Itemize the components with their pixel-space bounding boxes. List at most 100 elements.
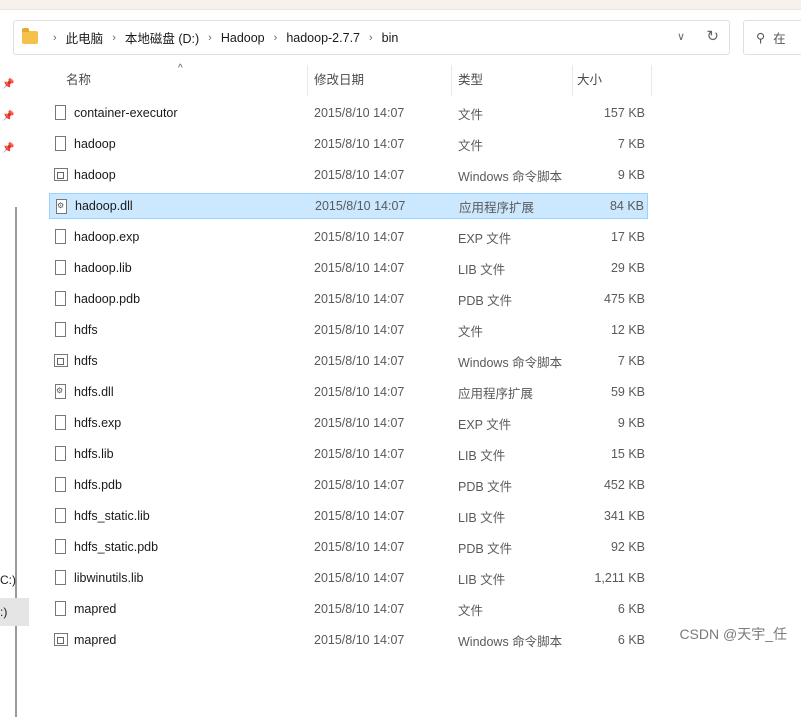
file-row[interactable]: hadoop.pdb 2015/8/10 14:07 PDB 文件 475 KB [49, 286, 648, 312]
file-size: 17 KB [610, 230, 645, 244]
file-type: 文件 [458, 324, 484, 339]
script-icon [54, 168, 68, 181]
column-name[interactable]: 名称 [60, 65, 91, 96]
column-type[interactable]: 类型 [452, 65, 483, 96]
file-row[interactable]: hdfs.lib 2015/8/10 14:07 LIB 文件 15 KB [49, 441, 648, 467]
file-icon [55, 570, 66, 585]
chevron-down-icon[interactable]: ∨ [677, 30, 685, 43]
file-name: hadoop [74, 137, 116, 151]
file-row[interactable]: hadoop.exp 2015/8/10 14:07 EXP 文件 17 KB [49, 224, 648, 250]
file-size: 7 KB [617, 354, 645, 368]
file-date: 2015/8/10 14:07 [314, 106, 405, 120]
nav-item-drive-d[interactable]: :) [0, 605, 7, 619]
file-icon [55, 105, 66, 120]
file-icon [55, 229, 66, 244]
file-icon [55, 508, 66, 523]
file-type: LIB 文件 [458, 262, 506, 277]
file-icon [55, 136, 66, 151]
file-name: hdfs_static.pdb [74, 540, 159, 554]
dll-icon [56, 199, 67, 214]
chevron-right-icon[interactable]: › [112, 32, 116, 44]
breadcrumb-item[interactable]: hadoop-2.7.7 [286, 31, 360, 45]
file-row[interactable]: hadoop 2015/8/10 14:07 文件 7 KB [49, 131, 648, 157]
file-row[interactable]: hdfs_static.lib 2015/8/10 14:07 LIB 文件 3… [49, 503, 648, 529]
chevron-right-icon[interactable]: › [208, 32, 212, 44]
pin-icon[interactable]: 📌 [2, 79, 14, 90]
file-name: hdfs.lib [74, 447, 114, 461]
file-date: 2015/8/10 14:07 [314, 323, 405, 337]
breadcrumb-item[interactable]: 此电脑 [66, 28, 104, 47]
nav-item-drive-c[interactable]: C:) [0, 573, 16, 587]
file-name: hdfs [74, 323, 98, 337]
column-header: ^ 名称 修改日期 类型 大小 [32, 63, 652, 96]
file-type: EXP 文件 [458, 231, 512, 246]
breadcrumb-item[interactable]: Hadoop [221, 31, 265, 45]
file-size: 12 KB [610, 323, 645, 337]
file-size: 7 KB [617, 137, 645, 151]
file-name: hdfs.exp [74, 416, 122, 430]
file-name: libwinutils.lib [74, 571, 144, 585]
file-row[interactable]: libwinutils.lib 2015/8/10 14:07 LIB 文件 1… [49, 565, 648, 591]
folder-icon [22, 28, 38, 44]
file-row[interactable]: hdfs 2015/8/10 14:07 文件 12 KB [49, 317, 648, 343]
file-row[interactable]: mapred 2015/8/10 14:07 Windows 命令脚本 6 KB [49, 627, 648, 653]
pin-icon[interactable]: 📌 [2, 143, 14, 154]
file-size: 29 KB [610, 261, 645, 275]
pin-icon[interactable]: 📌 [2, 111, 14, 122]
file-size: 475 KB [603, 292, 645, 306]
file-type: Windows 命令脚本 [458, 634, 563, 649]
file-type: LIB 文件 [458, 510, 506, 525]
file-row[interactable]: hdfs 2015/8/10 14:07 Windows 命令脚本 7 KB [49, 348, 648, 374]
file-row[interactable]: hdfs.dll 2015/8/10 14:07 应用程序扩展 59 KB [49, 379, 648, 405]
file-date: 2015/8/10 14:07 [314, 137, 405, 151]
file-icon [55, 322, 66, 337]
watermark: CSDN @天宇_任 [679, 626, 787, 642]
file-name: container-executor [74, 106, 178, 120]
file-date: 2015/8/10 14:07 [314, 354, 405, 368]
file-icon [55, 260, 66, 275]
file-name: mapred [74, 633, 117, 647]
file-row[interactable]: hdfs.pdb 2015/8/10 14:07 PDB 文件 452 KB [49, 472, 648, 498]
address-bar[interactable]: › 此电脑 › 本地磁盘 (D:) › Hadoop › hadoop-2.7.7 › bin ∨… [13, 20, 730, 55]
file-type: Windows 命令脚本 [458, 169, 563, 184]
file-size: 84 KB [609, 199, 644, 213]
file-type: EXP 文件 [458, 417, 512, 432]
file-date: 2015/8/10 14:07 [314, 602, 405, 616]
column-size[interactable]: 大小 [571, 65, 602, 96]
breadcrumb-item[interactable]: 本地磁盘 (D:) [125, 28, 199, 47]
file-row[interactable]: mapred 2015/8/10 14:07 文件 6 KB [49, 596, 648, 622]
file-row[interactable]: hdfs_static.pdb 2015/8/10 14:07 PDB 文件 9… [49, 534, 648, 560]
file-row[interactable]: hadoop.lib 2015/8/10 14:07 LIB 文件 29 KB [49, 255, 648, 281]
file-row[interactable]: hdfs.exp 2015/8/10 14:07 EXP 文件 9 KB [49, 410, 648, 436]
file-size: 452 KB [603, 478, 645, 492]
chevron-right-icon[interactable]: › [369, 32, 373, 44]
file-row[interactable]: hadoop.dll 2015/8/10 14:07 应用程序扩展 84 KB [49, 193, 648, 219]
file-name: hdfs [74, 354, 98, 368]
nav-scrollbar[interactable] [15, 207, 17, 717]
file-size: 6 KB [617, 633, 645, 647]
file-row[interactable]: hadoop 2015/8/10 14:07 Windows 命令脚本 9 KB [49, 162, 648, 188]
chevron-right-icon[interactable]: › [274, 32, 278, 44]
file-type: LIB 文件 [458, 572, 506, 587]
file-icon [55, 415, 66, 430]
chevron-right-icon[interactable]: › [53, 32, 57, 44]
navigation-pane: 📌 📌 📌 C:) :) [0, 65, 32, 717]
file-type: Windows 命令脚本 [458, 355, 563, 370]
column-date[interactable]: 修改日期 [308, 65, 364, 96]
file-list: ^ 名称 修改日期 类型 大小 container-executor 2015/… [32, 63, 801, 653]
search-icon: ⚲ [756, 31, 766, 45]
file-size: 6 KB [617, 602, 645, 616]
file-icon [55, 446, 66, 461]
file-type: 应用程序扩展 [459, 200, 535, 215]
file-date: 2015/8/10 14:07 [314, 478, 405, 492]
search-input[interactable]: ⚲ 在 [743, 20, 801, 55]
file-row[interactable]: container-executor 2015/8/10 14:07 文件 15… [49, 100, 648, 126]
file-icon [55, 601, 66, 616]
file-name: hadoop [74, 168, 116, 182]
file-date: 2015/8/10 14:07 [314, 509, 405, 523]
file-name: hadoop.dll [75, 199, 133, 213]
file-date: 2015/8/10 14:07 [315, 199, 406, 213]
breadcrumb-item[interactable]: bin [382, 31, 399, 45]
file-icon [55, 539, 66, 554]
refresh-icon[interactable]: ↻ [706, 27, 719, 45]
